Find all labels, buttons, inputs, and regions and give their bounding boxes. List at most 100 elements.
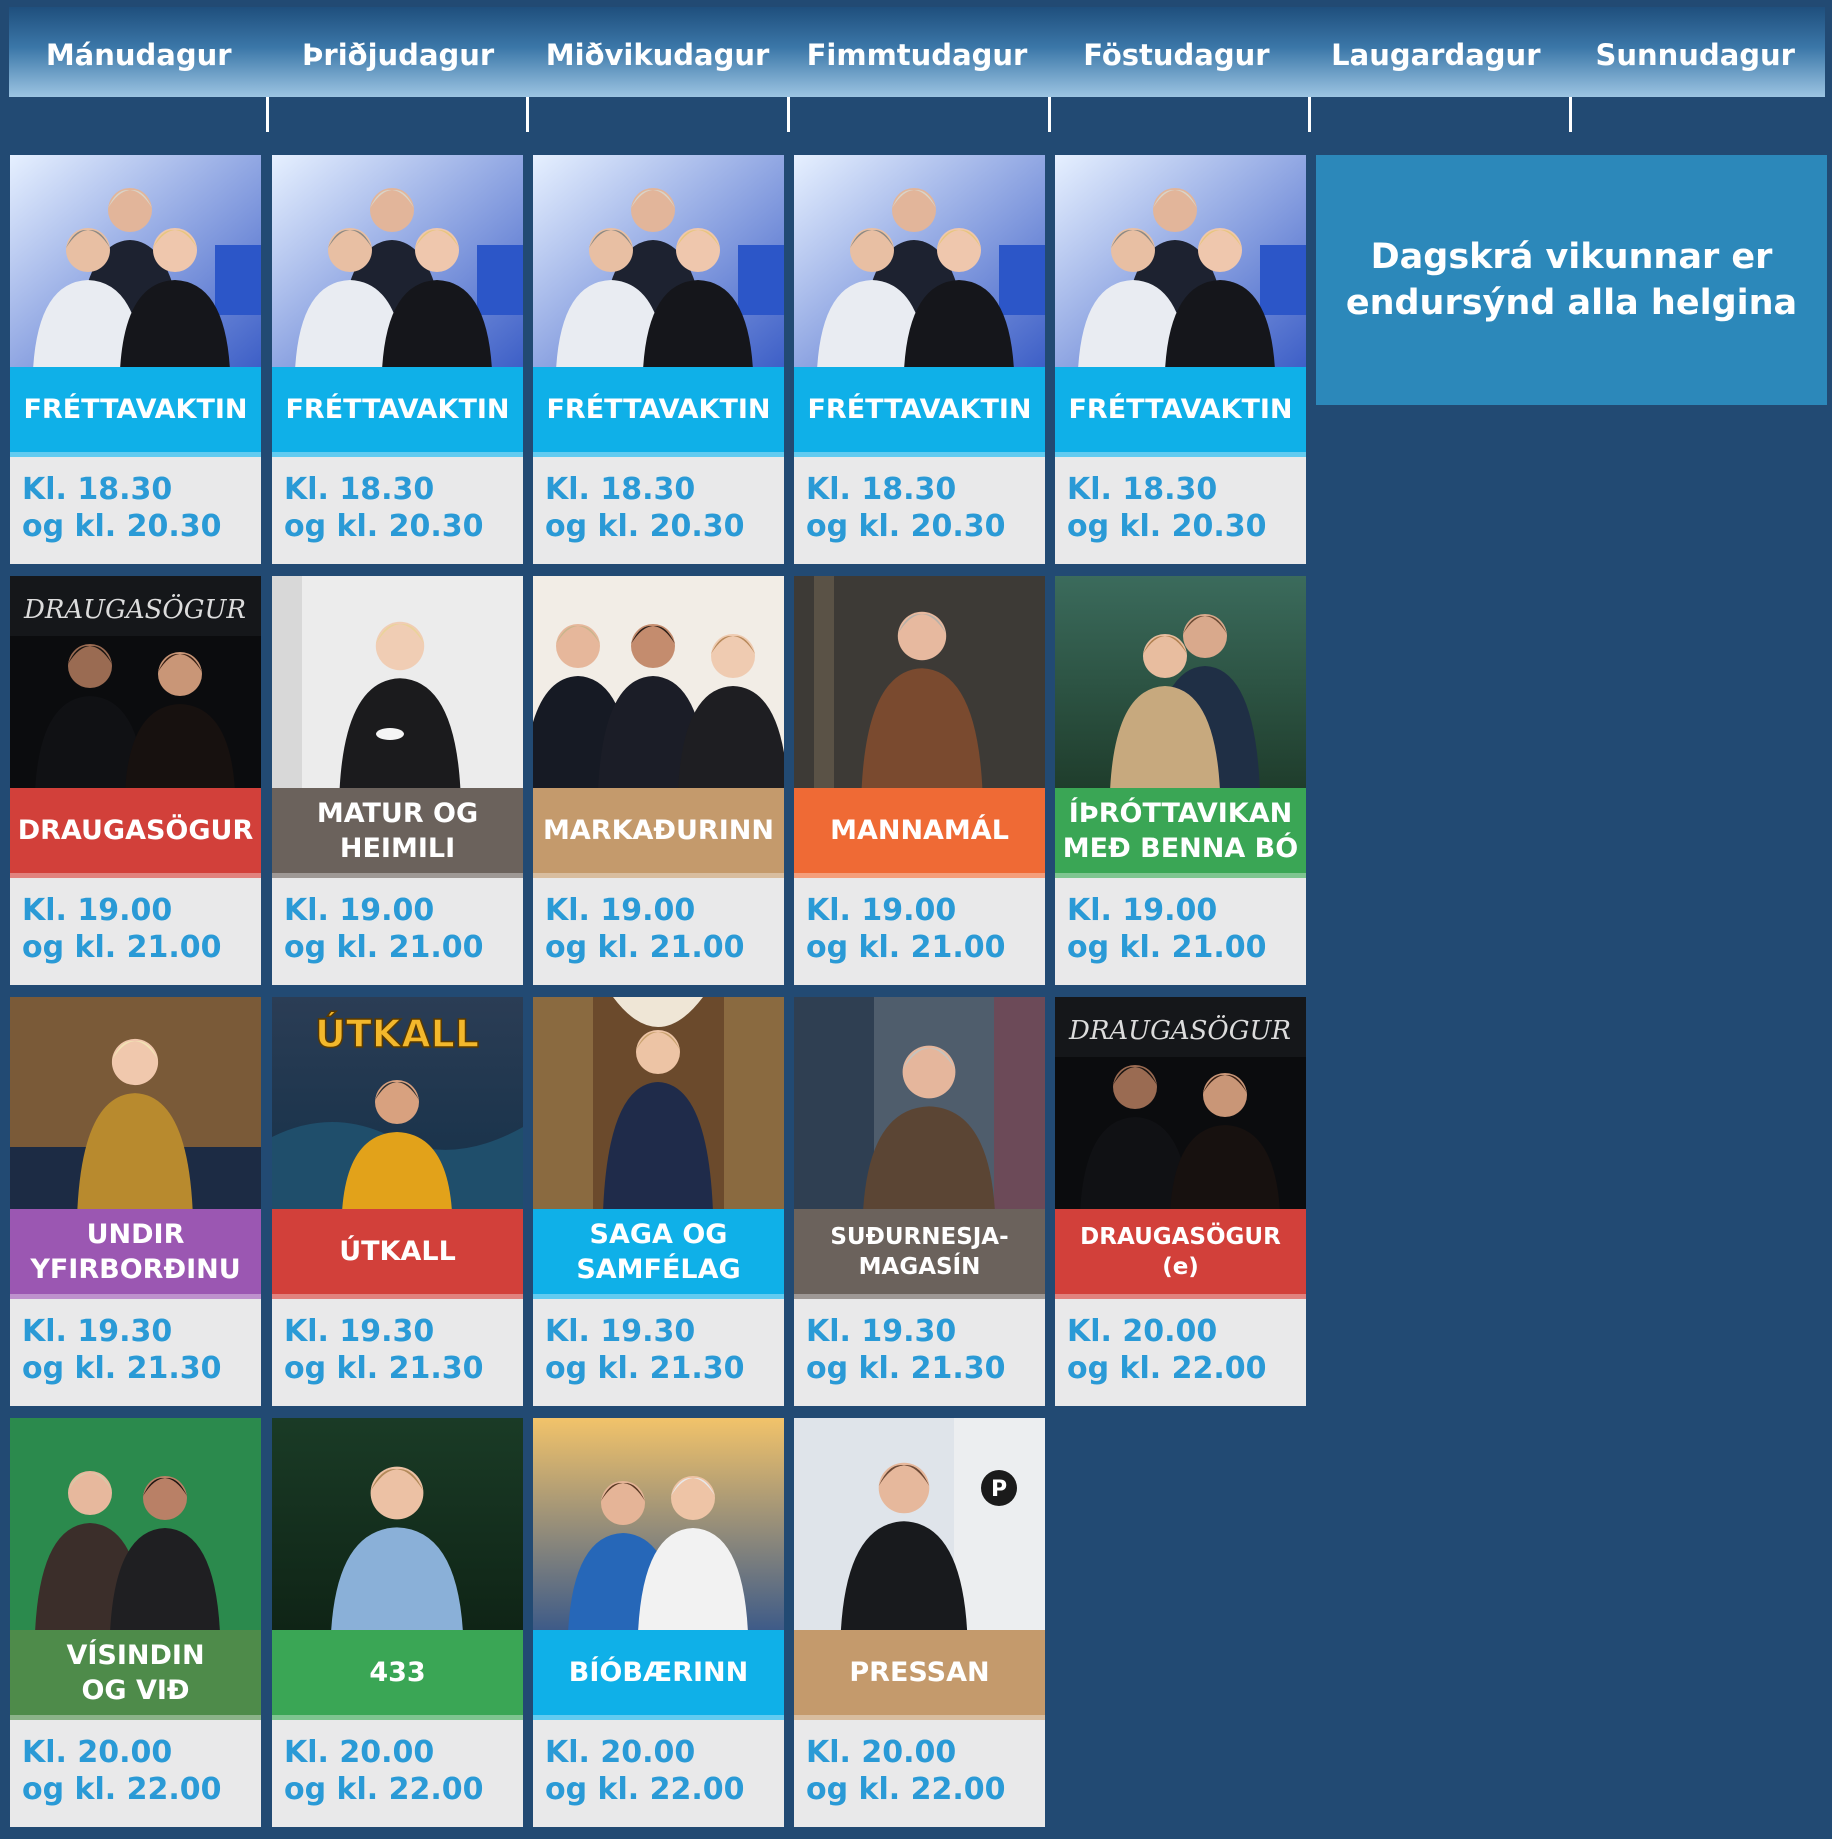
first-airing-time: Kl. 19.00 xyxy=(545,893,696,928)
program-times: Kl. 19.30 og kl. 21.30 xyxy=(794,1299,1045,1406)
first-airing-time: Kl. 18.30 xyxy=(806,472,957,507)
host-on-sofa-photo[interactable] xyxy=(10,997,261,1209)
second-airing-time: og kl. 20.30 xyxy=(545,509,745,544)
day-tab-sunday[interactable]: Sunnudagur xyxy=(1566,7,1825,97)
program-title[interactable]: FRÉTTAVAKTIN xyxy=(1055,367,1306,457)
program-card[interactable]: BÍÓBÆRINN Kl. 20.00 og kl. 22.00 xyxy=(533,1418,784,1827)
ghost-stories-photo[interactable]: DRAUGASÖGUR xyxy=(1055,997,1306,1209)
program-card[interactable]: ÍÞRÓTTAVIKAN MEÐ BENNA BÓ Kl. 19.00 og kl.… xyxy=(1055,576,1306,985)
program-card[interactable]: P PRESSAN Kl. 20.00 og kl. 22.00 xyxy=(794,1418,1045,1827)
news-hosts-photo[interactable] xyxy=(272,155,523,367)
program-times: Kl. 18.30 og kl. 20.30 xyxy=(272,457,523,564)
program-card[interactable]: VÍSINDIN OG VIÐ Kl. 20.00 og kl. 22.00 xyxy=(10,1418,261,1827)
program-card[interactable]: SAGA OG SAMFÉLAG Kl. 19.30 og kl. 21.30 xyxy=(533,997,784,1406)
first-airing-time: Kl. 19.30 xyxy=(284,1314,435,1349)
weekend-rerun-notice: Dagskrá vikunnar er endursýnd alla helgi… xyxy=(1316,155,1827,405)
column-divider xyxy=(1048,97,1051,132)
first-airing-time: Kl. 20.00 xyxy=(545,1735,696,1770)
program-title[interactable]: ÚTKALL xyxy=(272,1209,523,1299)
program-card[interactable]: FRÉTTAVAKTIN Kl. 18.30 og kl. 20.30 xyxy=(1055,155,1306,564)
svg-text:ÚTKALL: ÚTKALL xyxy=(315,1012,479,1056)
program-title[interactable]: FRÉTTAVAKTIN xyxy=(794,367,1045,457)
program-title[interactable]: BÍÓBÆRINN xyxy=(533,1630,784,1720)
program-card[interactable]: MATUR OG HEIMILI Kl. 19.00 og kl. 21.00 xyxy=(272,576,523,985)
pressan-host-photo[interactable]: P xyxy=(794,1418,1045,1630)
program-title[interactable]: DRAUGASÖGUR (e) xyxy=(1055,1209,1306,1299)
cinema-hosts-photo[interactable] xyxy=(533,1418,784,1630)
program-title[interactable]: PRESSAN xyxy=(794,1630,1045,1720)
science-hosts-photo[interactable] xyxy=(10,1418,261,1630)
svg-text:DRAUGASÖGUR: DRAUGASÖGUR xyxy=(1068,1014,1291,1046)
host-glasses-photo[interactable] xyxy=(272,1418,523,1630)
ghost-stories-photo[interactable]: DRAUGASÖGUR xyxy=(10,576,261,788)
schedule-column: FRÉTTAVAKTIN Kl. 18.30 og kl. 20.30 MANNAM… xyxy=(794,155,1045,1839)
second-airing-time: og kl. 20.30 xyxy=(22,509,222,544)
column-divider xyxy=(526,97,529,132)
news-hosts-photo[interactable] xyxy=(10,155,261,367)
second-airing-time: og kl. 21.00 xyxy=(1067,930,1267,965)
program-title[interactable]: FRÉTTAVAKTIN xyxy=(10,367,261,457)
program-title[interactable]: SUÐURNESJA- MAGASÍN xyxy=(794,1209,1045,1299)
program-card[interactable]: FRÉTTAVAKTIN Kl. 18.30 og kl. 20.30 xyxy=(533,155,784,564)
program-title[interactable]: MATUR OG HEIMILI xyxy=(272,788,523,878)
program-card[interactable]: DRAUGASÖGUR DRAUGASÖGUR Kl. 19.00 og kl. 21… xyxy=(10,576,261,985)
program-card[interactable]: SUÐURNESJA- MAGASÍN Kl. 19.30 og kl. 21.30 xyxy=(794,997,1045,1406)
program-title[interactable]: SAGA OG SAMFÉLAG xyxy=(533,1209,784,1299)
schedule-column: FRÉTTAVAKTIN Kl. 18.30 og kl. 20.30 ÍÞRÓTT… xyxy=(1055,155,1306,1418)
rescue-sea-photo[interactable]: ÚTKALL xyxy=(272,997,523,1209)
column-divider xyxy=(266,97,269,132)
day-tab-friday[interactable]: Föstudagur xyxy=(1047,7,1306,97)
program-title[interactable]: UNDIR YFIRBORÐINU xyxy=(10,1209,261,1299)
program-card[interactable]: FRÉTTAVAKTIN Kl. 18.30 og kl. 20.30 xyxy=(794,155,1045,564)
program-card[interactable]: MARKAÐURINN Kl. 19.00 og kl. 21.00 xyxy=(533,576,784,985)
program-title[interactable]: FRÉTTAVAKTIN xyxy=(272,367,523,457)
day-tab-wednesday[interactable]: Miðvikudagur xyxy=(528,7,787,97)
program-title[interactable]: VÍSINDIN OG VIÐ xyxy=(10,1630,261,1720)
program-card[interactable]: UNDIR YFIRBORÐINU Kl. 19.30 og kl. 21.30 xyxy=(10,997,261,1406)
program-title[interactable]: 433 xyxy=(272,1630,523,1720)
program-times: Kl. 20.00 og kl. 22.00 xyxy=(1055,1299,1306,1406)
program-times: Kl. 18.30 og kl. 20.30 xyxy=(1055,457,1306,564)
program-times: Kl. 19.30 og kl. 21.30 xyxy=(272,1299,523,1406)
second-airing-time: og kl. 22.00 xyxy=(284,1772,484,1807)
second-airing-time: og kl. 20.30 xyxy=(1067,509,1267,544)
program-card[interactable]: DRAUGASÖGUR DRAUGASÖGUR (e) Kl. 20.00 og kl… xyxy=(1055,997,1306,1406)
business-hosts-photo[interactable] xyxy=(533,576,784,788)
program-title[interactable]: FRÉTTAVAKTIN xyxy=(533,367,784,457)
host-in-chair-photo[interactable] xyxy=(794,576,1045,788)
program-times: Kl. 19.30 og kl. 21.30 xyxy=(533,1299,784,1406)
program-card[interactable]: MANNAMÁL Kl. 19.00 og kl. 21.00 xyxy=(794,576,1045,985)
news-hosts-photo[interactable] xyxy=(794,155,1045,367)
program-times: Kl. 20.00 og kl. 22.00 xyxy=(533,1720,784,1827)
first-airing-time: Kl. 20.00 xyxy=(1067,1314,1218,1349)
program-card[interactable]: ÚTKALL ÚTKALL Kl. 19.30 og kl. 21.30 xyxy=(272,997,523,1406)
schedule-column: FRÉTTAVAKTIN Kl. 18.30 og kl. 20.30 MARKAÐ… xyxy=(533,155,784,1839)
program-title[interactable]: MANNAMÁL xyxy=(794,788,1045,878)
sports-hosts-photo[interactable] xyxy=(1055,576,1306,788)
program-times: Kl. 19.30 og kl. 21.30 xyxy=(10,1299,261,1406)
news-hosts-photo[interactable] xyxy=(533,155,784,367)
program-title[interactable]: DRAUGASÖGUR xyxy=(10,788,261,878)
day-tab-monday[interactable]: Mánudagur xyxy=(9,7,268,97)
second-airing-time: og kl. 21.30 xyxy=(806,1351,1006,1386)
program-times: Kl. 19.00 og kl. 21.00 xyxy=(533,878,784,985)
program-title[interactable]: ÍÞRÓTTAVIKAN MEÐ BENNA BÓ xyxy=(1055,788,1306,878)
day-tab-tuesday[interactable]: Þriðjudagur xyxy=(268,7,527,97)
host-with-cup-photo[interactable] xyxy=(272,576,523,788)
program-card[interactable]: FRÉTTAVAKTIN Kl. 18.30 og kl. 20.30 xyxy=(10,155,261,564)
program-card[interactable]: 433 Kl. 20.00 og kl. 22.00 xyxy=(272,1418,523,1827)
column-divider xyxy=(1308,97,1311,132)
second-airing-time: og kl. 21.30 xyxy=(22,1351,222,1386)
program-card[interactable]: FRÉTTAVAKTIN Kl. 18.30 og kl. 20.30 xyxy=(272,155,523,564)
day-tab-saturday[interactable]: Laugardagur xyxy=(1306,7,1565,97)
second-airing-time: og kl. 22.00 xyxy=(806,1772,1006,1807)
host-harbor-photo[interactable] xyxy=(794,997,1045,1209)
program-title[interactable]: MARKAÐURINN xyxy=(533,788,784,878)
day-tab-thursday[interactable]: Fimmtudagur xyxy=(787,7,1046,97)
news-hosts-photo[interactable] xyxy=(1055,155,1306,367)
schedule-column: FRÉTTAVAKTIN Kl. 18.30 og kl. 20.30 MATUR … xyxy=(272,155,523,1839)
first-airing-time: Kl. 19.00 xyxy=(1067,893,1218,928)
second-airing-time: og kl. 20.30 xyxy=(284,509,484,544)
library-host-photo[interactable] xyxy=(533,997,784,1209)
second-airing-time: og kl. 21.00 xyxy=(284,930,484,965)
